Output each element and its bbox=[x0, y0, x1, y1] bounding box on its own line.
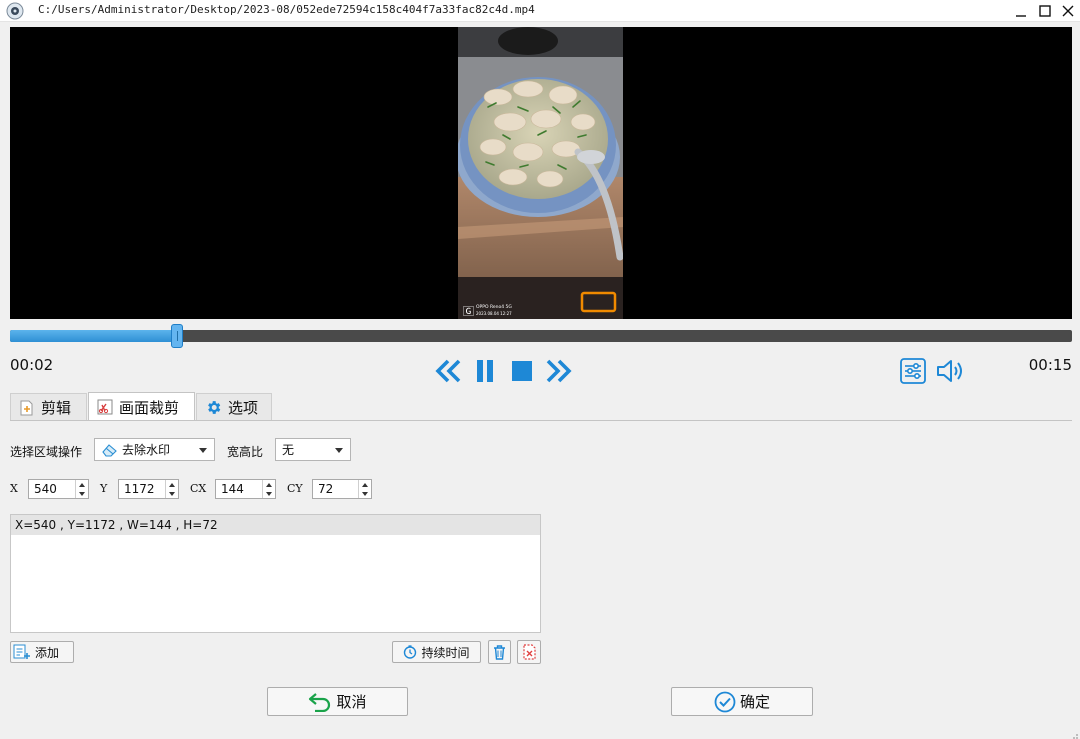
crop-window: C:/Users/Administrator/Desktop/2023-08/0… bbox=[0, 0, 1080, 739]
current-time: 00:02 bbox=[10, 356, 54, 374]
cx-label: CX bbox=[190, 482, 207, 495]
close-button[interactable] bbox=[1057, 0, 1079, 22]
seek-bar[interactable] bbox=[10, 324, 1072, 348]
step-up-icon[interactable] bbox=[79, 482, 85, 487]
maximize-button[interactable] bbox=[1034, 0, 1056, 22]
x-spinbox[interactable]: 540 bbox=[28, 479, 89, 499]
seek-handle[interactable] bbox=[170, 324, 183, 348]
check-circle-icon bbox=[714, 691, 736, 712]
total-time: 00:15 bbox=[1028, 356, 1072, 374]
add-button-label: 添加 bbox=[35, 645, 60, 660]
aspect-label: 宽高比 bbox=[227, 445, 264, 459]
tab-options-label: 选项 bbox=[228, 399, 259, 417]
tab-crop-label: 画面裁剪 bbox=[119, 398, 180, 417]
x-label: X bbox=[10, 482, 18, 495]
aspect-select[interactable]: 无 bbox=[275, 438, 351, 461]
region-op-label: 选择区域操作 bbox=[10, 445, 83, 459]
watermark-brand: OPPO Reno4 5G bbox=[476, 304, 512, 310]
minimize-icon bbox=[1016, 15, 1026, 17]
step-down-icon[interactable] bbox=[362, 491, 368, 496]
tab-crop[interactable]: 画面裁剪 bbox=[88, 392, 195, 421]
cy-value[interactable]: 72 bbox=[313, 482, 358, 496]
sliders-icon bbox=[900, 358, 926, 384]
region-op-value: 去除水印 bbox=[122, 443, 171, 457]
cx-value[interactable]: 144 bbox=[216, 482, 262, 496]
settings-sliders-button[interactable] bbox=[898, 356, 928, 386]
maximize-icon bbox=[1039, 5, 1051, 17]
region-list[interactable]: X=540 , Y=1172 , W=144 , H=72 bbox=[10, 514, 541, 633]
cy-spinbox[interactable]: 72 bbox=[312, 479, 372, 499]
clear-doc-icon bbox=[522, 644, 536, 660]
double-chevron-left-icon bbox=[435, 359, 461, 383]
pause-icon bbox=[477, 360, 493, 382]
gear-icon bbox=[208, 401, 221, 414]
video-preview[interactable]: 🄶 OPPO Reno4 5G 2023.08.04 12:27 bbox=[10, 27, 1072, 319]
resize-grip-icon[interactable] bbox=[1068, 727, 1078, 739]
aspect-value: 无 bbox=[282, 443, 295, 457]
tab-divider bbox=[10, 420, 1072, 421]
step-up-icon[interactable] bbox=[169, 482, 175, 487]
stop-icon bbox=[512, 361, 532, 381]
step-down-icon[interactable] bbox=[169, 491, 175, 496]
confirm-button-label: 确定 bbox=[739, 693, 770, 711]
chevron-down-icon bbox=[335, 448, 343, 453]
chevron-down-icon bbox=[199, 448, 207, 453]
seek-bar-fill bbox=[10, 330, 177, 342]
minimize-button[interactable] bbox=[1010, 0, 1032, 22]
clear-all-button[interactable] bbox=[517, 640, 541, 664]
cancel-button-label: 取消 bbox=[336, 693, 367, 711]
video-frame-image: 🄶 OPPO Reno4 5G 2023.08.04 12:27 bbox=[458, 27, 623, 319]
trash-icon bbox=[494, 645, 505, 660]
timer-icon bbox=[404, 645, 417, 659]
add-list-icon bbox=[13, 644, 30, 659]
x-value[interactable]: 540 bbox=[29, 482, 75, 496]
y-stepper[interactable] bbox=[165, 480, 178, 498]
tab-clip[interactable]: 剪辑 bbox=[10, 393, 87, 421]
y-label: Y bbox=[100, 482, 108, 495]
pause-button[interactable] bbox=[471, 356, 499, 386]
step-up-icon[interactable] bbox=[266, 482, 272, 487]
duration-button[interactable]: 持续时间 bbox=[392, 641, 481, 663]
clip-icon bbox=[20, 400, 33, 415]
step-down-icon[interactable] bbox=[266, 491, 272, 496]
y-spinbox[interactable]: 1172 bbox=[118, 479, 179, 499]
title-bar: C:/Users/Administrator/Desktop/2023-08/0… bbox=[0, 0, 1080, 22]
double-chevron-right-icon bbox=[546, 359, 572, 383]
duration-button-label: 持续时间 bbox=[421, 645, 470, 660]
app-logo-icon bbox=[6, 2, 24, 20]
x-stepper[interactable] bbox=[75, 480, 88, 498]
rewind-button[interactable] bbox=[432, 356, 464, 386]
close-icon bbox=[1062, 5, 1074, 17]
region-op-select[interactable]: 去除水印 bbox=[94, 438, 215, 461]
delete-button[interactable] bbox=[488, 640, 511, 664]
stop-button[interactable] bbox=[508, 356, 536, 386]
video-frame: 🄶 OPPO Reno4 5G 2023.08.04 12:27 bbox=[458, 27, 623, 319]
step-up-icon[interactable] bbox=[362, 482, 368, 487]
list-item[interactable]: X=540 , Y=1172 , W=144 , H=72 bbox=[11, 515, 540, 535]
forward-button[interactable] bbox=[543, 356, 575, 386]
svg-text:🄶: 🄶 bbox=[463, 305, 474, 318]
eraser-icon bbox=[102, 443, 117, 457]
volume-button[interactable] bbox=[934, 356, 966, 386]
tab-clip-label: 剪辑 bbox=[41, 399, 72, 417]
step-down-icon[interactable] bbox=[79, 491, 85, 496]
cy-label: CY bbox=[287, 482, 303, 495]
cancel-button[interactable]: 取消 bbox=[267, 687, 408, 716]
cx-stepper[interactable] bbox=[262, 480, 275, 498]
confirm-button[interactable]: 确定 bbox=[671, 687, 813, 716]
undo-icon bbox=[309, 692, 331, 712]
add-button[interactable]: 添加 bbox=[10, 641, 74, 663]
cx-spinbox[interactable]: 144 bbox=[215, 479, 276, 499]
camera-watermark: 🄶 OPPO Reno4 5G 2023.08.04 12:27 bbox=[463, 304, 512, 318]
tab-options[interactable]: 选项 bbox=[196, 393, 272, 421]
speaker-icon bbox=[937, 360, 962, 382]
cy-stepper[interactable] bbox=[358, 480, 371, 498]
watermark-date: 2023.08.04 12:27 bbox=[476, 311, 512, 316]
window-title: C:/Users/Administrator/Desktop/2023-08/0… bbox=[38, 3, 535, 16]
crop-icon bbox=[97, 399, 113, 415]
y-value[interactable]: 1172 bbox=[119, 482, 165, 496]
